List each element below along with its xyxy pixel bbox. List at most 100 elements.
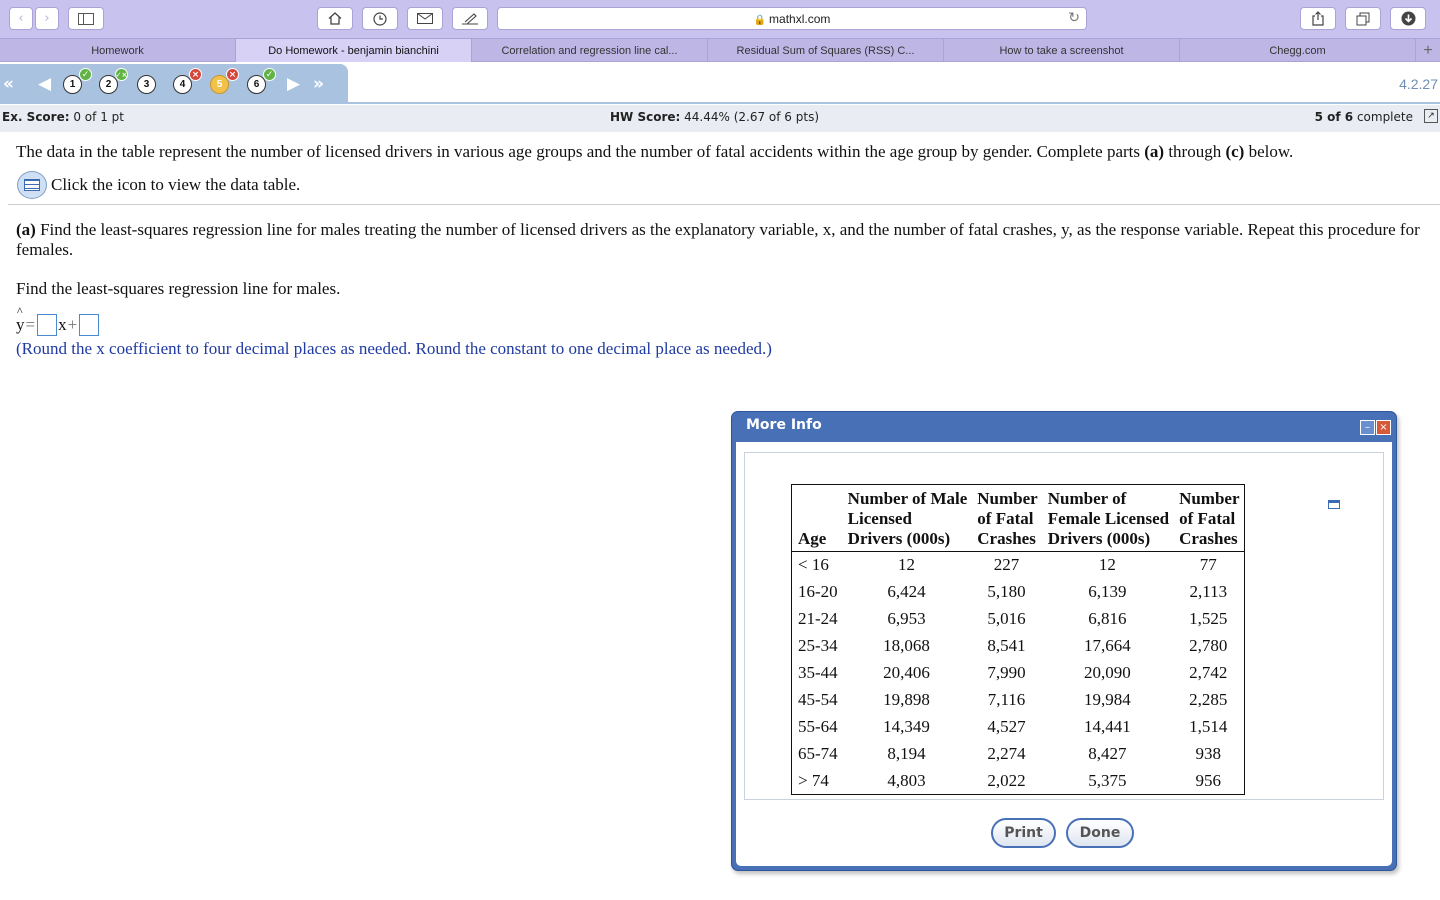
lock-icon: 🔒	[753, 15, 767, 26]
table-cell: 5,180	[987, 582, 1026, 601]
table-cell: 1,525	[1189, 609, 1228, 628]
tab-label: How to take a screenshot	[999, 44, 1124, 57]
header-female-crashes: Number of Fatal Crashes	[1173, 484, 1245, 552]
tab-homework[interactable]: Homework	[0, 39, 236, 62]
table-cell: 77	[1199, 555, 1217, 575]
question-number: 5	[216, 79, 223, 90]
ex-score-value: 0 of 1 pt	[73, 110, 124, 124]
home-icon[interactable]	[317, 7, 353, 30]
external-link-icon[interactable]: ↗	[1424, 109, 1438, 123]
table-cell: 2,742	[1189, 663, 1228, 682]
progress-label: complete	[1356, 110, 1413, 124]
data-table-icon[interactable]	[17, 171, 47, 199]
close-icon[interactable]: ×	[1376, 420, 1391, 435]
tab-rss[interactable]: Residual Sum of Squares (RSS) C...	[708, 39, 944, 62]
minimize-icon[interactable]: –	[1360, 420, 1375, 435]
data-table: Age Number of Male Licensed Drivers (000s)…	[791, 484, 1245, 795]
tab-chegg[interactable]: Chegg.com	[1180, 39, 1416, 62]
intercept-input[interactable]	[79, 314, 100, 336]
question-3-button[interactable]: 3	[137, 75, 156, 94]
plus-sign: +	[67, 315, 78, 334]
history-icon[interactable]	[362, 7, 398, 30]
mail-icon[interactable]	[407, 7, 443, 30]
header-line: Female Licensed	[1047, 509, 1170, 528]
table-row: 25-34 18,068 8,541 17,664 2,780	[792, 633, 1245, 660]
reload-icon[interactable]: ↻	[1068, 10, 1080, 26]
age-cell: 21-24	[798, 609, 838, 628]
homework-score: HW Score: 44.44% (2.67 of 6 pts)	[610, 110, 819, 124]
table-cell: 4,527	[987, 717, 1026, 736]
question-nav-strip	[348, 102, 1440, 104]
table-cell: 8,427	[1088, 744, 1127, 763]
table-row: 35-44 20,406 7,990 20,090 2,742	[792, 660, 1245, 687]
header-line: Number	[1179, 489, 1240, 508]
age-cell: 45-54	[798, 690, 838, 709]
header-male-crashes: Number of Fatal Crashes	[971, 484, 1042, 552]
age-cell: 25-34	[798, 636, 838, 655]
hw-score-value: 44.44% (2.67 of 6 pts)	[684, 110, 820, 124]
age-cell: 55-64	[798, 717, 838, 736]
print-button[interactable]: Print	[991, 818, 1056, 848]
ex-score-label: Ex. Score:	[2, 110, 70, 124]
tab-do-homework[interactable]: Do Homework - benjamin bianchini	[236, 39, 472, 62]
dialog-window-controls: – ×	[1360, 420, 1391, 435]
edit-icon[interactable]	[452, 7, 488, 30]
slope-input[interactable]	[37, 314, 58, 336]
header-line: Crashes	[1179, 529, 1238, 548]
intro-part-c: (c)	[1225, 142, 1245, 161]
table-row: 21-24 6,953 5,016 6,816 1,525	[792, 606, 1245, 633]
tab-label: Residual Sum of Squares (RSS) C...	[736, 44, 915, 57]
last-question-icon[interactable]: »	[313, 74, 324, 94]
divider	[8, 204, 1440, 205]
tab-label: Correlation and regression line cal...	[501, 44, 678, 57]
download-icon[interactable]	[1390, 7, 1426, 30]
tab-screenshot[interactable]: How to take a screenshot	[944, 39, 1180, 62]
table-row: 45-54 19,898 7,116 19,984 2,285	[792, 687, 1245, 714]
age-cell: < 16	[798, 555, 829, 575]
table-cell: 2,780	[1189, 636, 1228, 655]
table-cell: 7,990	[987, 663, 1026, 682]
header-line: Drivers (000s)	[1047, 529, 1151, 548]
part-a-label: (a)	[16, 220, 36, 239]
browser-toolbar: ‹ › 🔒 mathxl.com ↻	[0, 0, 1440, 38]
table-header-row: Age Number of Male Licensed Drivers (000s)…	[791, 484, 1245, 552]
data-table-link-text: Click the icon to view the data table.	[51, 175, 301, 194]
prev-question-icon[interactable]: ◀	[38, 74, 51, 94]
table-row: > 74 4,803 2,022 5,375 956	[792, 768, 1245, 795]
header-line: of Fatal	[1179, 509, 1236, 528]
table-cell: 12	[1098, 555, 1116, 575]
table-cell: 6,139	[1088, 582, 1127, 601]
tab-correlation[interactable]: Correlation and regression line cal...	[472, 39, 708, 62]
back-icon[interactable]: ‹	[9, 7, 33, 30]
header-line: Number	[977, 489, 1038, 508]
tabs-icon[interactable]	[1345, 7, 1381, 30]
header-line: Age	[798, 529, 827, 548]
table-cell: 6,424	[887, 582, 926, 601]
next-question-icon[interactable]: ▶	[287, 74, 300, 94]
tab-label: Do Homework - benjamin bianchini	[268, 44, 439, 57]
intro-text: below.	[1244, 142, 1294, 161]
x-var: x	[58, 315, 67, 334]
question-number: 1	[69, 79, 76, 90]
new-tab-button[interactable]: +	[1416, 39, 1440, 62]
table-cell: 12	[897, 555, 915, 575]
expand-icon[interactable]	[1328, 500, 1340, 509]
table-cell: 227	[993, 555, 1020, 575]
table-cell: 20,090	[1084, 663, 1131, 682]
intro-text: through	[1164, 142, 1226, 161]
data-table-link: Click the icon to view the data table.	[17, 171, 300, 199]
dialog-title: More Info	[746, 417, 822, 433]
part-a-prompt: (a) Find the least-squares regression li…	[16, 220, 1428, 260]
table-row: 65-74 8,194 2,274 8,427 938	[792, 741, 1245, 768]
exercise-score: Ex. Score: 0 of 1 pt	[2, 110, 124, 124]
rounding-instructions: (Round the x coefficient to four decimal…	[16, 339, 772, 358]
first-question-icon[interactable]: «	[3, 74, 14, 94]
sidebar-icon[interactable]	[68, 7, 104, 30]
table-cell: 7,116	[987, 690, 1026, 709]
incorrect-icon: ×	[189, 68, 202, 81]
share-icon[interactable]	[1300, 7, 1336, 30]
forward-icon[interactable]: ›	[35, 7, 59, 30]
table-cell: 19,984	[1084, 690, 1131, 709]
address-bar[interactable]: 🔒 mathxl.com ↻	[497, 7, 1087, 30]
done-button[interactable]: Done	[1066, 818, 1134, 848]
